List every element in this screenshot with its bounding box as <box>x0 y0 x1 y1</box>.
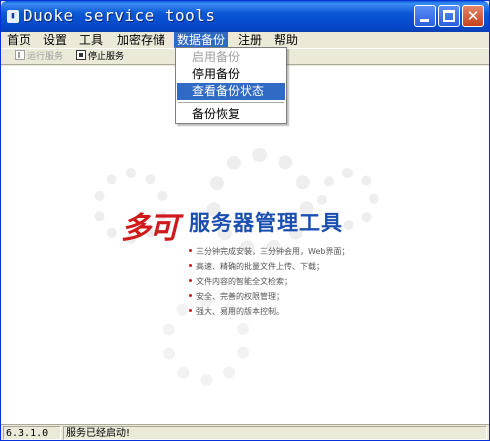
stop-icon <box>76 50 86 60</box>
run-icon <box>15 50 25 60</box>
decorative-gear-icon <box>206 148 314 256</box>
feature-item: 强大、易用的版本控制。 <box>189 304 389 319</box>
stop-service-label: 停止服务 <box>88 52 125 62</box>
bullet-icon <box>189 264 192 267</box>
title-bar[interactable]: ▮ Duoke service tools ✕ <box>1 1 489 32</box>
bullet-icon <box>189 249 192 252</box>
brand-logo: 多可 <box>121 211 179 246</box>
feature-text: 强大、易用的版本控制。 <box>196 307 284 316</box>
menu-item-view-backup-status[interactable]: 查看备份状态 <box>177 83 285 100</box>
stop-service-button[interactable]: 停止服务 <box>76 50 124 64</box>
minimize-button[interactable] <box>414 5 436 27</box>
menu-home[interactable]: 首页 <box>4 32 34 48</box>
window-title: Duoke service tools <box>23 6 216 25</box>
close-button[interactable]: ✕ <box>462 5 484 27</box>
feature-text: 三分钟完成安装，三分钟会用，Web界面； <box>196 247 350 256</box>
data-backup-menu: 启用备份 停用备份 查看备份状态 备份恢复 <box>175 47 287 124</box>
version-label: 6.3.1.0 <box>3 426 61 440</box>
app-window: ▮ Duoke service tools ✕ 首页 设置 工具 加密存储 数据… <box>0 0 490 441</box>
status-bar: 6.3.1.0 服务已经启动! <box>1 424 489 440</box>
maximize-button[interactable] <box>438 5 460 27</box>
feature-item: 高速、精确的批量文件上传、下载； <box>189 259 389 274</box>
maximize-icon <box>443 10 455 22</box>
menu-separator <box>178 102 284 103</box>
status-message: 服务已经启动! <box>63 426 487 440</box>
run-service-label: 运行服务 <box>27 52 64 62</box>
menu-item-enable-backup[interactable]: 启用备份 <box>177 49 285 66</box>
run-service-button[interactable]: 运行服务 <box>15 50 63 64</box>
bullet-icon <box>189 294 192 297</box>
minimize-icon <box>420 19 429 22</box>
feature-text: 高速、精确的批量文件上传、下载； <box>196 262 324 271</box>
feature-item: 安全、完善的权限管理； <box>189 289 389 304</box>
feature-item: 三分钟完成安装，三分钟会用，Web界面； <box>189 244 389 259</box>
menu-data-backup[interactable]: 数据备份 <box>174 32 229 48</box>
menu-item-disable-backup[interactable]: 停用备份 <box>177 66 285 83</box>
menu-item-restore-backup[interactable]: 备份恢复 <box>177 106 285 123</box>
menu-settings[interactable]: 设置 <box>40 32 70 48</box>
menu-encrypted-storage[interactable]: 加密存储 <box>114 32 168 48</box>
menu-bar: 首页 设置 工具 加密存储 数据备份 注册 帮助 <box>1 32 489 48</box>
bullet-icon <box>189 279 192 282</box>
feature-list: 三分钟完成安装，三分钟会用，Web界面； 高速、精确的批量文件上传、下载； 文件… <box>189 244 389 319</box>
bullet-icon <box>189 309 192 312</box>
close-icon: ✕ <box>466 7 480 25</box>
feature-item: 文件内容的智能全文检索； <box>189 274 389 289</box>
app-icon[interactable]: ▮ <box>7 10 19 23</box>
feature-text: 安全、完善的权限管理； <box>196 292 284 301</box>
brand-title: 服务器管理工具 <box>189 211 343 235</box>
menu-tools[interactable]: 工具 <box>76 32 106 48</box>
menu-help[interactable]: 帮助 <box>271 32 301 48</box>
feature-text: 文件内容的智能全文检索； <box>196 277 292 286</box>
menu-register[interactable]: 注册 <box>235 32 265 48</box>
